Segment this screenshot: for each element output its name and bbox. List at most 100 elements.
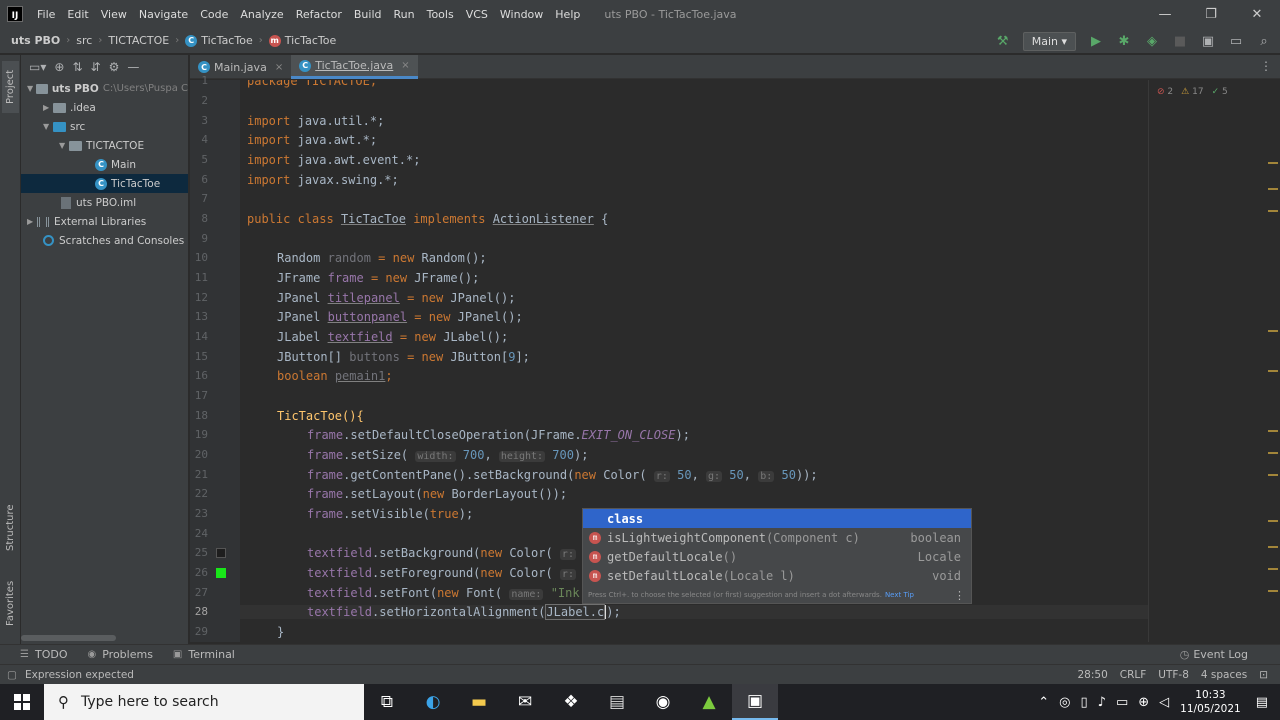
scroll-marker[interactable] xyxy=(1268,568,1278,570)
line-separator[interactable]: CRLF xyxy=(1120,669,1147,681)
battery-icon[interactable]: ▭ xyxy=(1116,695,1128,710)
expand-all-icon[interactable]: ⇅ xyxy=(72,60,82,74)
tool-tab-structure[interactable]: Structure xyxy=(2,493,19,563)
volume-icon[interactable]: ◁ xyxy=(1159,695,1169,710)
network-icon[interactable]: ▯ xyxy=(1081,695,1088,710)
scroll-marker[interactable] xyxy=(1268,188,1278,190)
completion-item-islightweightcomponent[interactable]: m isLightweightComponent (Component c) b… xyxy=(583,528,971,547)
tree-item-package[interactable]: ▼ TICTACTOE xyxy=(21,136,188,155)
scroll-marker[interactable] xyxy=(1268,546,1278,548)
tree-item-main[interactable]: C Main xyxy=(21,155,188,174)
expanded-arrow-icon[interactable]: ▼ xyxy=(27,84,36,93)
tree-item-tictactoe[interactable]: C TicTacToe xyxy=(21,174,188,193)
menu-file[interactable]: File xyxy=(31,8,61,21)
scroll-marker[interactable] xyxy=(1268,452,1278,454)
scroll-marker[interactable] xyxy=(1268,330,1278,332)
file-explorer-icon[interactable]: ▬ xyxy=(456,684,502,720)
language-icon[interactable]: ⊕ xyxy=(1138,695,1149,710)
menu-tools[interactable]: Tools xyxy=(421,8,460,21)
locate-icon[interactable]: ⊕ xyxy=(54,60,64,74)
file-encoding[interactable]: UTF-8 xyxy=(1158,669,1189,681)
indent-setting[interactable]: 4 spaces xyxy=(1201,669,1247,681)
mail-icon[interactable]: ✉ xyxy=(502,684,548,720)
tool-tab-favorites[interactable]: Favorites xyxy=(2,573,19,633)
status-toggle-icon[interactable]: ▢ xyxy=(7,669,17,681)
panel-view-icon[interactable]: ▭▾ xyxy=(29,60,46,74)
notification-icon[interactable]: ▤ xyxy=(1256,695,1268,710)
collapsed-arrow-icon[interactable]: ▶ xyxy=(43,103,53,112)
build-hammer-icon[interactable]: ⚒ xyxy=(995,33,1011,49)
run-configuration-select[interactable]: Main ▾ xyxy=(1022,31,1076,51)
next-tip-link[interactable]: Next Tip xyxy=(885,591,914,599)
collapse-all-icon[interactable]: ⇵ xyxy=(91,60,101,74)
camera-icon[interactable]: ◎ xyxy=(1059,695,1070,710)
breadcrumb-class[interactable]: TicTacToe xyxy=(201,34,253,47)
collapsed-arrow-icon[interactable]: ▶ xyxy=(27,217,37,226)
hide-icon[interactable]: — xyxy=(127,60,139,74)
menu-refactor[interactable]: Refactor xyxy=(290,8,348,21)
coverage-icon[interactable]: ◈ xyxy=(1144,33,1160,49)
tree-item-idea[interactable]: ▶ .idea xyxy=(21,98,188,117)
tree-item-iml[interactable]: uts PBO.iml xyxy=(21,193,188,212)
tree-item-scratches[interactable]: Scratches and Consoles xyxy=(21,231,188,250)
expanded-arrow-icon[interactable]: ▼ xyxy=(59,141,69,150)
menu-window[interactable]: Window xyxy=(494,8,549,21)
menu-navigate[interactable]: Navigate xyxy=(133,8,194,21)
completion-more-icon[interactable]: ⋮ xyxy=(954,589,965,602)
completion-item-setdefaultlocale[interactable]: m setDefaultLocale (Locale l) void xyxy=(583,566,971,585)
tabs-menu-icon[interactable]: ⋮ xyxy=(1260,59,1272,73)
color-swatch-dark-icon[interactable] xyxy=(216,548,226,558)
tool-tab-project[interactable]: Project xyxy=(2,61,19,113)
breadcrumb-constructor[interactable]: TicTacToe xyxy=(285,34,337,47)
menu-analyze[interactable]: Analyze xyxy=(234,8,289,21)
scroll-marker[interactable] xyxy=(1268,590,1278,592)
breadcrumb-package[interactable]: TICTACTOE xyxy=(108,34,169,47)
intellij-taskbar-icon[interactable]: ▣ xyxy=(732,684,778,720)
close-tab-icon[interactable]: × xyxy=(275,62,283,73)
tree-item-external-libraries[interactable]: ▶ External Libraries xyxy=(21,212,188,231)
menu-build[interactable]: Build xyxy=(348,8,388,21)
task-view-icon[interactable]: ⧉ xyxy=(364,684,410,720)
tool-tab-problems[interactable]: ◉ Problems xyxy=(87,648,152,661)
menu-edit[interactable]: Edit xyxy=(61,8,94,21)
scroll-marker[interactable] xyxy=(1268,370,1278,372)
layout-icon[interactable]: ▭ xyxy=(1228,33,1244,49)
obs-icon[interactable]: ◉ xyxy=(640,684,686,720)
menu-help[interactable]: Help xyxy=(549,8,586,21)
scroll-marker[interactable] xyxy=(1268,520,1278,522)
horizontal-scrollbar[interactable] xyxy=(21,635,116,641)
tree-item-src[interactable]: ▼ src xyxy=(21,117,188,136)
menu-run[interactable]: Run xyxy=(388,8,421,21)
tab-tictactoe-java[interactable]: C TicTacToe.java × xyxy=(291,55,418,79)
breadcrumb-project[interactable]: uts PBO xyxy=(11,34,60,47)
dropbox-icon[interactable]: ❖ xyxy=(548,684,594,720)
caret-position[interactable]: 28:50 xyxy=(1077,669,1107,681)
scroll-marker[interactable] xyxy=(1268,430,1278,432)
minimize-button[interactable]: — xyxy=(1142,0,1188,28)
expanded-arrow-icon[interactable]: ▼ xyxy=(43,122,53,131)
clock[interactable]: 10:33 11/05/2021 xyxy=(1180,688,1241,716)
completion-item-getdefaultlocale[interactable]: m getDefaultLocale () Locale xyxy=(583,547,971,566)
breadcrumb-src[interactable]: src xyxy=(76,34,92,47)
scroll-marker[interactable] xyxy=(1268,162,1278,164)
start-button[interactable] xyxy=(0,684,44,720)
app-icon[interactable]: ▤ xyxy=(594,684,640,720)
maximize-button[interactable]: ❐ xyxy=(1188,0,1234,28)
edge-icon[interactable]: ◐ xyxy=(410,684,456,720)
tool-tab-terminal[interactable]: ▣ Terminal xyxy=(173,648,235,661)
search-everywhere-icon[interactable]: ⌕ xyxy=(1256,33,1272,49)
lock-icon[interactable]: ⊡ xyxy=(1259,669,1268,681)
scroll-marker[interactable] xyxy=(1268,474,1278,476)
close-tab-icon[interactable]: × xyxy=(401,60,409,71)
scroll-marker[interactable] xyxy=(1268,210,1278,212)
project-structure-icon[interactable]: ▣ xyxy=(1200,33,1216,49)
taskbar-search[interactable]: ⚲ Type here to search xyxy=(44,684,364,720)
chevron-up-icon[interactable]: ⌃ xyxy=(1038,695,1049,710)
tree-item-project-root[interactable]: ▼ uts PBO C:\Users\Puspa C xyxy=(21,79,188,98)
stop-icon[interactable]: ■ xyxy=(1172,33,1188,49)
inspection-widget[interactable]: ⊘ 2 ⚠ 17 ✓ 5 xyxy=(1157,87,1228,97)
tool-tab-todo[interactable]: ☰ TODO xyxy=(20,648,67,661)
close-button[interactable]: ✕ xyxy=(1234,0,1280,28)
debug-icon[interactable]: ✱ xyxy=(1116,33,1132,49)
run-icon[interactable]: ▶ xyxy=(1088,33,1104,49)
